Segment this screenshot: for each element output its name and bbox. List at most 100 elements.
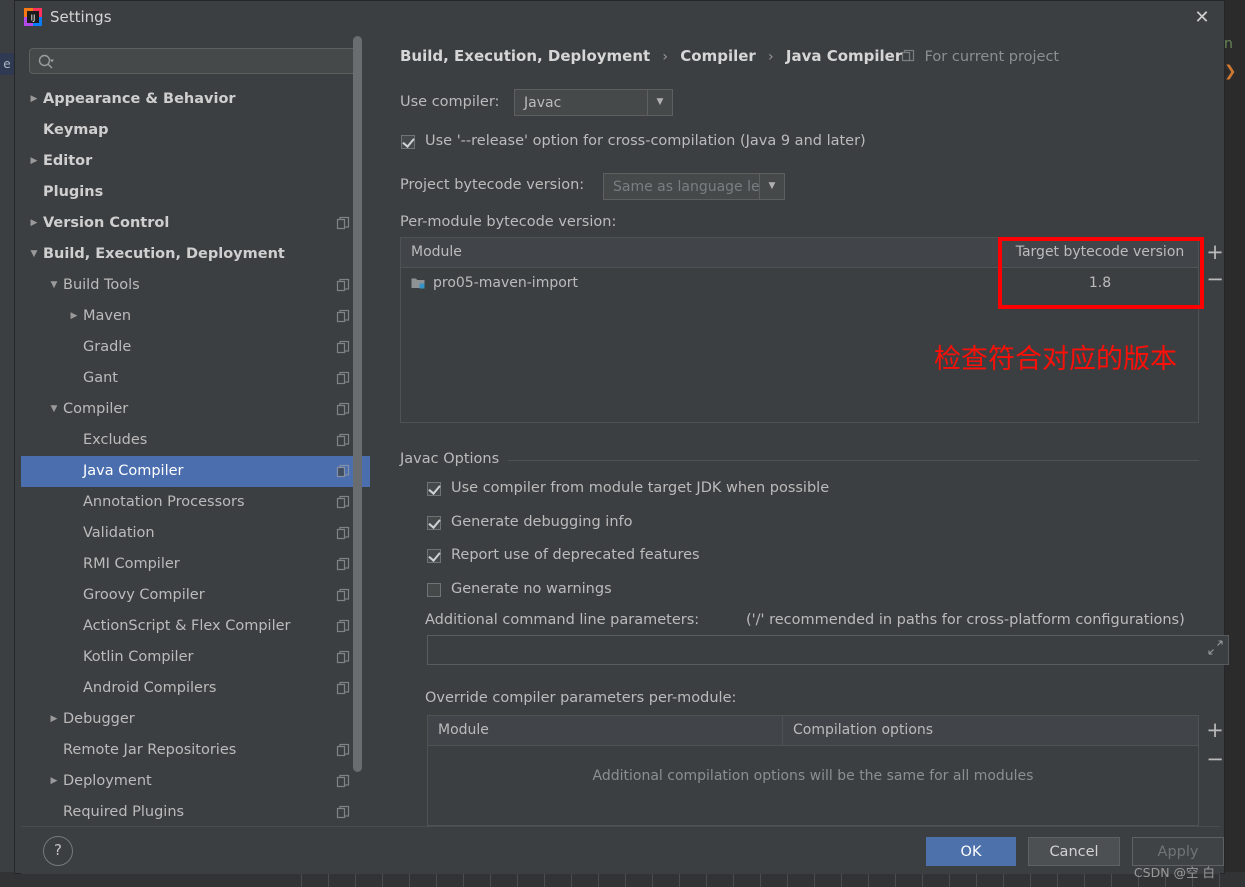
per-module-bytecode-table[interactable]: Module Target bytecode version pro05-mav… — [400, 237, 1199, 423]
sidebar-item-label: Excludes — [83, 432, 148, 448]
search-box[interactable] — [29, 48, 361, 75]
ide-left-tab[interactable]: e — [0, 53, 14, 75]
table-row[interactable]: pro05-maven-import 1.8 — [401, 268, 1198, 297]
sidebar-item-plugins[interactable]: Plugins — [21, 177, 370, 208]
override-params-table[interactable]: Module Compilation options Additional co… — [427, 715, 1199, 826]
release-option-checkbox[interactable]: Use '--release' option for cross-compila… — [401, 133, 866, 150]
chevron-down-icon[interactable]: ▼ — [47, 394, 61, 425]
column-header-module[interactable]: Module — [401, 238, 1001, 267]
sidebar-item-deployment[interactable]: ▶ Deployment — [21, 766, 370, 797]
sidebar-item-label: Groovy Compiler — [83, 587, 205, 603]
checkbox-use-module-jdk-compiler[interactable]: Use compiler from module target JDK when… — [427, 480, 829, 497]
sidebar-item-rmi-compiler[interactable]: RMI Compiler — [21, 549, 370, 580]
breadcrumb: Build, Execution, Deployment › Compiler … — [400, 47, 902, 65]
chevron-right-icon: › — [768, 49, 774, 65]
sidebar-item-required-plugins[interactable]: Required Plugins — [21, 797, 370, 826]
help-button[interactable]: ? — [43, 836, 73, 866]
sidebar-item-maven[interactable]: ▶ Maven — [21, 301, 370, 332]
breadcrumb-part-1[interactable]: Build, Execution, Deployment — [400, 47, 650, 65]
settings-sidebar: ▶ Appearance & Behavior Keymap ▶ Editor Plugi… — [21, 34, 370, 826]
chevron-down-icon: ▼ — [759, 174, 784, 199]
chevron-right-icon[interactable]: ▶ — [47, 766, 61, 797]
sidebar-item-remote-jar-repositories[interactable]: Remote Jar Repositories — [21, 735, 370, 766]
sidebar-item-editor[interactable]: ▶ Editor — [21, 146, 370, 177]
sidebar-item-debugger[interactable]: ▶ Debugger — [21, 704, 370, 735]
sidebar-item-android-compilers[interactable]: Android Compilers — [21, 673, 370, 704]
sidebar-item-version-control[interactable]: ▶ Version Control — [21, 208, 370, 239]
settings-tree[interactable]: ▶ Appearance & Behavior Keymap ▶ Editor Plugi… — [21, 84, 370, 826]
project-scope-icon — [336, 340, 350, 354]
project-scope-icon — [336, 495, 350, 509]
checkbox-report-deprecated[interactable]: Report use of deprecated features — [427, 547, 700, 564]
chevron-right-icon[interactable]: ▶ — [27, 84, 41, 115]
sidebar-item-label: Gradle — [83, 339, 132, 355]
breadcrumb-part-3[interactable]: Java Compiler — [786, 47, 902, 65]
ide-bottom-ruler — [275, 874, 1245, 887]
use-compiler-label: Use compiler: — [400, 94, 500, 110]
sidebar-item-label: RMI Compiler — [83, 556, 180, 572]
sidebar-item-keymap[interactable]: Keymap — [21, 115, 370, 146]
close-icon[interactable]: ✕ — [1180, 1, 1224, 34]
per-module-bytecode-label: Per-module bytecode version: — [400, 214, 617, 230]
sidebar-item-gradle[interactable]: Gradle — [21, 332, 370, 363]
sidebar-item-build-tools[interactable]: ▼ Build Tools — [21, 270, 370, 301]
editor-chevron-icon: ❯ — [1224, 62, 1237, 80]
remove-override-button[interactable]: − — [1204, 749, 1226, 770]
table-header: Module Compilation options — [428, 716, 1198, 746]
project-scope-icon — [336, 805, 350, 819]
use-compiler-value: Javac — [524, 94, 562, 111]
expand-icon[interactable] — [1208, 640, 1223, 655]
column-header-target-bytecode[interactable]: Target bytecode version — [1001, 238, 1198, 267]
project-scope-icon — [336, 464, 350, 478]
remove-module-button[interactable]: − — [1204, 269, 1226, 290]
settings-content-pane: Build, Execution, Deployment › Compiler … — [371, 34, 1229, 826]
javac-options-group: Javac Options — [400, 451, 1199, 467]
sidebar-item-actionscript-flex-compiler[interactable]: ActionScript & Flex Compiler — [21, 611, 370, 642]
additional-params-input[interactable] — [427, 635, 1229, 665]
search-input[interactable] — [60, 49, 360, 75]
project-scope-icon — [336, 402, 350, 416]
sidebar-item-gant[interactable]: Gant — [21, 363, 370, 394]
scope-indicator[interactable]: For current project — [901, 49, 1059, 65]
checkbox-indicator — [427, 482, 441, 496]
project-scope-icon — [336, 557, 350, 571]
add-override-button[interactable]: + — [1204, 720, 1226, 741]
sidebar-item-groovy-compiler[interactable]: Groovy Compiler — [21, 580, 370, 611]
sidebar-item-build-execution-deployment[interactable]: ▼ Build, Execution, Deployment — [21, 239, 370, 270]
sidebar-item-java-compiler[interactable]: Java Compiler — [21, 456, 370, 487]
use-compiler-select[interactable]: Javac ▼ — [514, 89, 673, 116]
sidebar-item-label: Appearance & Behavior — [43, 91, 236, 107]
column-header-compilation-options[interactable]: Compilation options — [782, 716, 1198, 745]
checkbox-generate-debugging-info[interactable]: Generate debugging info — [427, 514, 632, 531]
checkbox-label: Use compiler from module target JDK when… — [451, 480, 830, 496]
project-bytecode-value: Same as language level — [613, 178, 759, 195]
chevron-right-icon[interactable]: ▶ — [27, 208, 41, 239]
empty-message: Additional compilation options will be t… — [592, 768, 1034, 784]
sidebar-item-annotation-processors[interactable]: Annotation Processors — [21, 487, 370, 518]
breadcrumb-part-2[interactable]: Compiler — [680, 47, 756, 65]
chevron-down-icon[interactable]: ▼ — [27, 239, 41, 270]
chevron-right-icon[interactable]: ▶ — [27, 146, 41, 177]
ok-button[interactable]: OK — [926, 837, 1016, 866]
chevron-down-icon[interactable]: ▼ — [47, 270, 61, 301]
target-bytecode-value[interactable]: 1.8 — [1001, 274, 1198, 291]
sidebar-item-validation[interactable]: Validation — [21, 518, 370, 549]
sidebar-item-kotlin-compiler[interactable]: Kotlin Compiler — [21, 642, 370, 673]
project-bytecode-select[interactable]: Same as language level ▼ — [603, 173, 785, 200]
sidebar-item-excludes[interactable]: Excludes — [21, 425, 370, 456]
project-scope-icon — [336, 774, 350, 788]
sidebar-scrollbar[interactable] — [353, 36, 362, 772]
module-name: pro05-maven-import — [433, 274, 579, 291]
checkbox-indicator — [427, 583, 441, 597]
chevron-right-icon[interactable]: ▶ — [47, 704, 61, 735]
cancel-button[interactable]: Cancel — [1028, 837, 1120, 866]
checkbox-generate-no-warnings[interactable]: Generate no warnings — [427, 581, 612, 598]
project-scope-icon — [336, 433, 350, 447]
project-scope-icon — [336, 371, 350, 385]
chevron-right-icon[interactable]: ▶ — [67, 301, 81, 332]
sidebar-item-compiler[interactable]: ▼ Compiler — [21, 394, 370, 425]
column-header-module[interactable]: Module — [428, 716, 782, 745]
project-bytecode-label: Project bytecode version: — [400, 177, 585, 193]
sidebar-item-appearance-behavior[interactable]: ▶ Appearance & Behavior — [21, 84, 370, 115]
add-module-button[interactable]: + — [1204, 242, 1226, 263]
